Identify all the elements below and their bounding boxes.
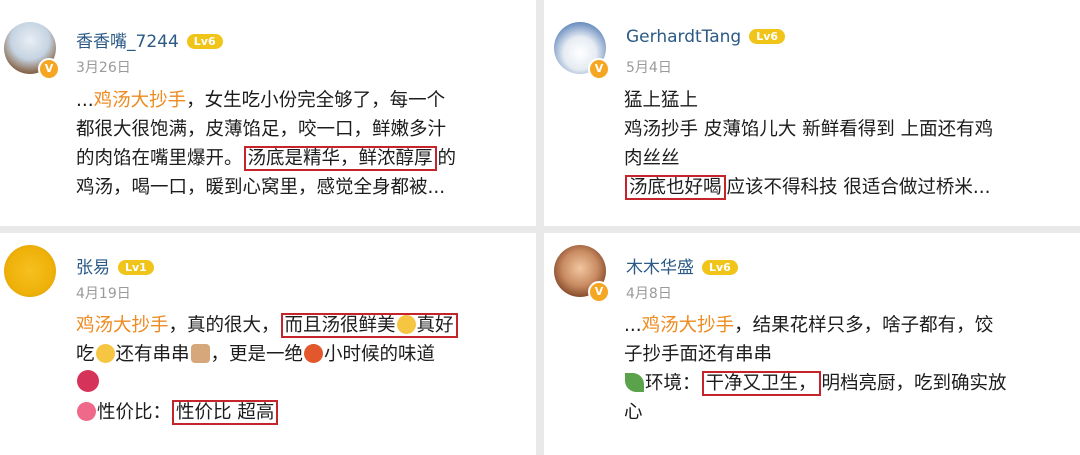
text-line: 汤底也好喝 应该不得科技 很适合做过桥米...	[624, 173, 993, 202]
text-line: 吃还有串串 ，更是一绝 小时候的味道	[76, 340, 459, 369]
highlight-box: 性价比 超高	[172, 400, 279, 425]
text-segment: 猛上猛上	[624, 90, 699, 111]
highlight-box: 汤底是精华，鲜浓醇厚	[243, 146, 437, 171]
level-badge: Lv6	[186, 34, 223, 49]
post-date: 4月8日	[626, 286, 672, 302]
text-segment: 小时候的味道	[324, 344, 436, 365]
review-text: ...鸡汤大抄手，女生吃小份完全够了，每一个 都很大很饱满，皮薄馅足，咬一口，鲜…	[76, 86, 456, 202]
highlight-text: 而且汤很鲜美	[284, 315, 396, 336]
username-text: 香香嘴_7244	[76, 32, 179, 52]
text-segment: 鸡汤抄手 皮薄馅儿大 新鲜看得到 上面还有鸡	[624, 119, 994, 140]
text-line: 都很大很饱满，皮薄馅足，咬一口，鲜嫩多汁	[76, 115, 456, 144]
text-segment: ...	[624, 315, 642, 336]
text-segment: 子抄手面还有串串	[624, 344, 773, 365]
text-line: 鸡汤，喝一口，暖到心窝里，感觉全身都被...	[76, 173, 456, 202]
lollipop-emoji-icon	[77, 402, 96, 421]
text-line: 肉丝丝	[624, 144, 993, 173]
text-line	[76, 369, 459, 398]
text-segment: 还有串串	[115, 344, 190, 365]
text-segment: 性价比：	[97, 402, 172, 423]
review-card-3: 张易 Lv1 4月19日 鸡汤大抄手，真的很大， 而且汤很鲜美 真好 吃还有串串 ，更是…	[0, 233, 536, 455]
text-segment: ，女生吃小份完全够了，每一个	[186, 90, 446, 111]
text-line: 鸡汤抄手 皮薄馅儿大 新鲜看得到 上面还有鸡	[624, 115, 993, 144]
leaf-emoji-icon	[625, 373, 644, 392]
highlight-text: 真好	[416, 315, 454, 336]
username[interactable]: 张易 Lv1	[76, 253, 154, 278]
smile-emoji-icon	[95, 344, 115, 363]
text-line: 鸡汤大抄手，真的很大， 而且汤很鲜美 真好	[76, 311, 459, 340]
review-card-2: V GerhardtTang Lv6 5月4日 猛上猛上 鸡汤抄手 皮薄馅儿大 新…	[544, 0, 1080, 226]
text-segment: 明档亮厨，吃到确实放	[821, 373, 1007, 394]
post-date: 4月19日	[76, 286, 131, 302]
verified-badge-icon: V	[588, 58, 610, 80]
level-badge: Lv1	[118, 260, 154, 275]
text-line: 环境： 干净又卫生， 明档亮厨，吃到确实放	[624, 369, 1007, 398]
text-segment: ，结果花样只多，啥子都有，饺	[734, 315, 994, 336]
skewer-emoji-icon	[190, 344, 210, 363]
highlight-box: 汤底也好喝	[625, 175, 726, 200]
text-segment: 心	[624, 402, 643, 423]
user-avatar[interactable]	[4, 245, 56, 297]
text-segment: 鸡汤，喝一口，暖到心窝里，感觉全身都被...	[76, 177, 446, 198]
text-segment: 吃	[76, 344, 95, 365]
text-line: 的肉馅在嘴里爆开。 汤底是精华，鲜浓醇厚的	[76, 144, 456, 173]
tongue-emoji-icon	[77, 370, 99, 392]
review-text: 鸡汤大抄手，真的很大， 而且汤很鲜美 真好 吃还有串串 ，更是一绝 小时候的味道 性价比…	[76, 311, 459, 427]
dish-tag-link[interactable]: 鸡汤大抄手	[642, 315, 735, 336]
hotpot-emoji-icon	[304, 344, 324, 363]
text-line: ...鸡汤大抄手，结果花样只多，啥子都有，饺	[624, 311, 1007, 340]
text-line: 性价比： 性价比 超高	[76, 398, 459, 427]
text-segment: 都很大很饱满，皮薄馅足，咬一口，鲜嫩多汁	[76, 119, 447, 140]
username[interactable]: 香香嘴_7244 Lv6	[76, 27, 223, 52]
verified-badge-icon: V	[38, 58, 60, 80]
review-text: ...鸡汤大抄手，结果花样只多，啥子都有，饺 子抄手面还有串串 环境： 干净又卫生…	[624, 311, 1007, 427]
username-text: 木木华盛	[626, 258, 694, 278]
username[interactable]: GerhardtTang Lv6	[626, 27, 786, 47]
review-text: 猛上猛上 鸡汤抄手 皮薄馅儿大 新鲜看得到 上面还有鸡 肉丝丝 汤底也好喝 应该不…	[624, 86, 993, 202]
level-badge: Lv6	[702, 260, 738, 275]
text-line: 猛上猛上	[624, 86, 993, 115]
username[interactable]: 木木华盛 Lv6	[626, 253, 738, 278]
highlight-box: 干净又卫生，	[701, 371, 821, 396]
text-segment: 的肉馅在嘴里爆开。	[76, 148, 243, 169]
text-line: ...鸡汤大抄手，女生吃小份完全够了，每一个	[76, 86, 456, 115]
text-line: 心	[624, 398, 1007, 427]
text-segment: ，更是一绝	[210, 344, 304, 365]
review-card-4: V 木木华盛 Lv6 4月8日 ...鸡汤大抄手，结果花样只多，啥子都有，饺 子抄…	[544, 233, 1080, 455]
text-segment: 肉丝丝	[624, 148, 680, 169]
review-card-1: V 香香嘴_7244 Lv6 3月26日 ...鸡汤大抄手，女生吃小份完全够了，每…	[0, 0, 536, 226]
username-text: GerhardtTang	[626, 27, 742, 47]
text-segment: ，真的很大，	[168, 315, 280, 336]
text-line: 子抄手面还有串串	[624, 340, 1007, 369]
username-text: 张易	[76, 258, 110, 278]
text-segment: 应该不得科技 很适合做过桥米...	[726, 177, 991, 198]
yum-emoji-icon	[396, 315, 416, 334]
verified-badge-icon: V	[588, 281, 610, 303]
highlight-box: 而且汤很鲜美 真好	[280, 313, 458, 338]
post-date: 5月4日	[626, 60, 672, 76]
level-badge: Lv6	[749, 29, 786, 44]
dish-tag-link[interactable]: 鸡汤大抄手	[76, 315, 169, 336]
text-segment: ...	[76, 90, 94, 111]
text-segment: 环境：	[645, 373, 701, 394]
post-date: 3月26日	[76, 60, 131, 76]
dish-tag-link[interactable]: 鸡汤大抄手	[94, 90, 187, 111]
text-segment: 的	[437, 148, 457, 169]
